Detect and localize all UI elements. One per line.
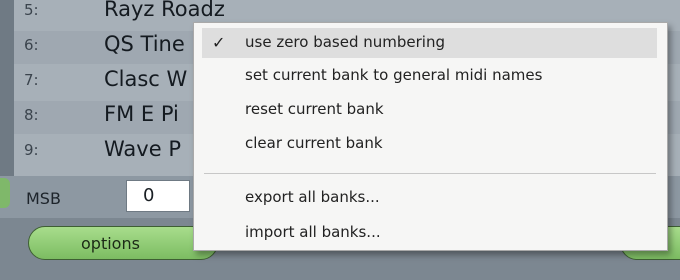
menu-item-import-banks[interactable]: import all banks...	[194, 218, 667, 248]
program-number: 5:	[24, 1, 39, 19]
menu-item-label: reset current bank	[245, 100, 384, 118]
menu-separator	[204, 173, 656, 174]
menu-item-label: export all banks...	[245, 188, 380, 206]
menu-item-zero-based[interactable]: ✓ use zero based numbering	[202, 28, 657, 58]
checkmark-icon: ✓	[212, 33, 226, 52]
menu-item-label: use zero based numbering	[245, 33, 445, 51]
program-name: Clasc W	[104, 67, 188, 91]
program-name: Wave P	[104, 137, 181, 161]
context-menu: ✓ use zero based numbering set current b…	[193, 22, 668, 251]
program-number: 9:	[24, 141, 39, 159]
program-number: 8:	[24, 106, 39, 124]
menu-item-label: import all banks...	[245, 223, 381, 241]
menu-item-label: set current bank to general midi names	[245, 66, 543, 84]
msb-input[interactable]: 0	[126, 180, 190, 212]
program-name: Rayz Roadz	[104, 0, 225, 21]
options-button[interactable]: options	[28, 226, 218, 260]
menu-item-export-banks[interactable]: export all banks...	[194, 183, 667, 213]
program-name: QS Tine	[104, 32, 185, 56]
msb-label: MSB	[26, 189, 61, 208]
program-number: 7:	[24, 71, 39, 89]
menu-item-general-midi[interactable]: set current bank to general midi names	[194, 61, 667, 91]
program-number: 6:	[24, 36, 39, 54]
menu-item-reset-bank[interactable]: reset current bank	[194, 95, 667, 125]
menu-item-label: clear current bank	[245, 134, 383, 152]
options-button-label: options	[81, 234, 140, 253]
program-name: FM E Pi	[104, 102, 179, 126]
side-tab[interactable]	[0, 178, 10, 208]
menu-item-clear-bank[interactable]: clear current bank	[194, 129, 667, 159]
